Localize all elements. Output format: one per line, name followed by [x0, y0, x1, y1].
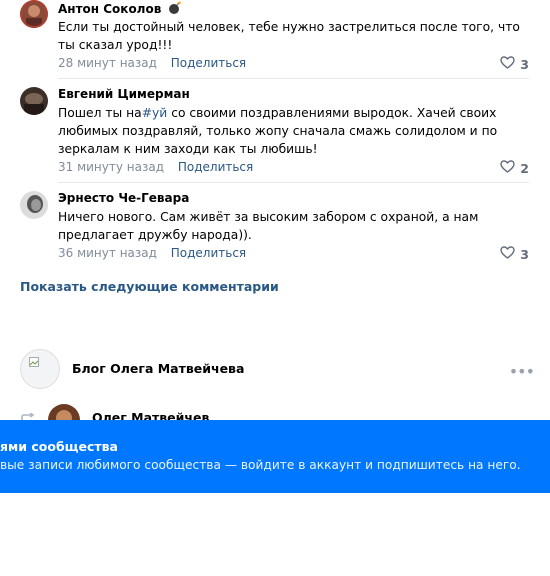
comment-text: Пошел ты на#уй со своими поздравлениями … [58, 104, 538, 158]
more-horizontal-icon[interactable]: ••• [509, 362, 535, 381]
banner-title: ями сообщества [0, 439, 118, 454]
comment-meta: 36 минут назад Поделиться [58, 246, 246, 260]
comment-time[interactable]: 36 минут назад [58, 246, 157, 260]
comment-meta: 28 минут назад Поделиться [58, 56, 246, 70]
divider [58, 182, 529, 183]
broken-image-icon [29, 352, 39, 367]
like-count: 3 [520, 56, 529, 72]
show-more-comments-link[interactable]: Показать следующие комментарии [20, 279, 279, 294]
like-count: 3 [520, 246, 529, 262]
comment-text-part: Пошел ты на [58, 106, 142, 120]
share-link[interactable]: Поделиться [171, 56, 246, 70]
comment-meta: 31 минуту назад Поделиться [58, 160, 253, 174]
avatar[interactable] [20, 87, 48, 115]
community-avatar[interactable] [20, 349, 60, 389]
heart-icon [500, 160, 515, 176]
avatar[interactable] [20, 0, 48, 28]
like-button[interactable]: 3 [500, 246, 529, 262]
comment-time[interactable]: 28 минут назад [58, 56, 157, 70]
comment-author[interactable]: Евгений Цимерман [58, 87, 190, 101]
author-name[interactable]: Антон Соколов [58, 2, 161, 16]
subscribe-banner[interactable]: ями сообщества вые записи любимого сообщ… [0, 420, 550, 493]
avatar[interactable] [20, 191, 48, 219]
divider [58, 78, 529, 79]
like-count: 2 [520, 160, 529, 176]
heart-icon [500, 56, 515, 72]
share-link[interactable]: Поделиться [171, 246, 246, 260]
share-link[interactable]: Поделиться [178, 160, 253, 174]
comment-author[interactable]: Эрнесто Че-Гевара [58, 191, 189, 205]
like-button[interactable]: 2 [500, 160, 529, 176]
heart-icon [500, 246, 515, 262]
comment-text: Если ты достойный человек, тебе нужно за… [58, 20, 520, 52]
comment-time[interactable]: 31 минуту назад [58, 160, 164, 174]
bomb-icon [168, 1, 182, 18]
hashtag-link[interactable]: #уй [142, 106, 168, 120]
community-name[interactable]: Блог Олега Матвейчева [72, 361, 244, 376]
comment-text: Ничего нового. Сам живёт за высоким забо… [58, 210, 479, 242]
banner-text: вые записи любимого сообщества — войдите… [0, 458, 521, 472]
like-button[interactable]: 3 [500, 56, 529, 72]
comment-author[interactable]: Антон Соколов [58, 1, 182, 18]
